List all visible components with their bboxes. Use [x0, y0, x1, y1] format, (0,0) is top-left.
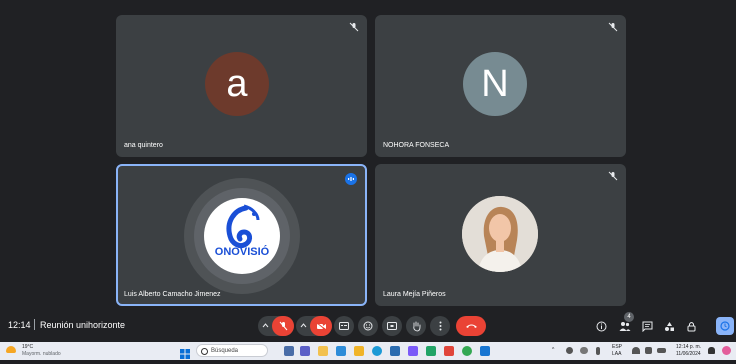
windows-start-button[interactable]	[180, 346, 190, 359]
search-icon	[201, 348, 208, 355]
taskbar-app-edge-icon[interactable]	[372, 346, 382, 356]
windows-logo-icon	[180, 349, 190, 359]
clock-time[interactable]: 12:14 p. m.	[676, 344, 701, 350]
taskbar-app-explorer-icon[interactable]	[354, 346, 364, 356]
keyboard-language[interactable]: ESP	[612, 344, 622, 350]
volume-icon[interactable]	[645, 347, 652, 354]
chat-button[interactable]	[639, 318, 655, 334]
taskbar-search-input[interactable]: Búsqueda	[196, 344, 268, 357]
more-icon	[439, 321, 441, 331]
meeting-title: Reunión unihorizonte	[40, 320, 126, 330]
meeting-time: 12:14	[8, 320, 31, 330]
mic-muted-icon	[608, 22, 618, 32]
end-call-button[interactable]	[456, 316, 486, 336]
end-call-icon	[465, 324, 477, 328]
avatar-initial: N	[481, 62, 509, 105]
activities-button[interactable]	[661, 318, 677, 334]
captions-icon	[339, 322, 349, 330]
mic-off-button[interactable]	[272, 316, 294, 336]
info-icon	[596, 321, 606, 331]
logo-swirl-icon	[226, 204, 260, 249]
chat-icon	[642, 321, 652, 332]
mic-muted-icon	[349, 22, 359, 32]
activities-icon	[664, 321, 674, 331]
camera-off-icon	[316, 322, 326, 330]
taskbar-app-powerpoint-icon[interactable]	[444, 346, 454, 356]
speaking-indicator-icon	[345, 173, 357, 185]
audio-options-button[interactable]	[258, 316, 294, 336]
participant-tile-active[interactable]: ONOVISIÓ Luis Alberto Camacho Jimenez	[116, 164, 367, 306]
clock-date: 11/06/2024	[676, 351, 701, 357]
video-options-button[interactable]	[296, 316, 332, 336]
os-taskbar: 19°C Mayorm. nublado Búsqueda ^ ESP LAA …	[0, 342, 736, 360]
wifi-icon[interactable]	[632, 347, 640, 354]
meeting-control-bar: 12:14 Reunión unihorizonte 4	[0, 310, 736, 342]
mic-muted-icon	[608, 171, 618, 181]
copilot-icon[interactable]	[722, 346, 731, 355]
logo-text: ONOVISIÓ	[214, 246, 270, 258]
participant-tile[interactable]: Laura Mejía Piñeros	[375, 164, 626, 306]
participant-name: Luis Alberto Camacho Jimenez	[124, 291, 221, 298]
taskbar-app-widgets-icon[interactable]	[284, 346, 294, 356]
people-icon	[619, 321, 631, 331]
divider	[34, 319, 35, 330]
avatar-photo	[462, 196, 538, 272]
participant-logo: ONOVISIÓ	[204, 198, 280, 274]
people-button[interactable]	[617, 318, 633, 334]
participant-name: NOHORA FONSECA	[383, 142, 450, 149]
tray-usb-icon[interactable]	[596, 347, 600, 355]
mic-off-icon	[279, 321, 287, 331]
clock-icon	[720, 321, 730, 331]
keyboard-layout: LAA	[612, 351, 622, 357]
captions-button[interactable]	[334, 316, 354, 336]
taskbar-app-store-icon[interactable]	[390, 346, 400, 356]
taskbar-app-word-icon[interactable]	[408, 346, 418, 356]
participant-name: Laura Mejía Piñeros	[383, 291, 446, 298]
weather-temp: 19°C	[22, 344, 34, 350]
battery-icon[interactable]	[657, 348, 666, 353]
participant-name: ana quintero	[124, 142, 163, 149]
chevron-up-icon	[262, 322, 269, 329]
taskbar-app-chrome-icon[interactable]	[462, 346, 472, 356]
weather-icon[interactable]	[6, 346, 16, 353]
present-icon	[387, 321, 397, 330]
companion-button[interactable]	[716, 317, 734, 335]
taskbar-app-photos-icon[interactable]	[336, 346, 346, 356]
emoji-icon	[363, 321, 373, 331]
taskbar-app-teams-icon[interactable]	[300, 346, 310, 356]
tray-chevron-icon[interactable]: ^	[552, 347, 554, 353]
meeting-details-button[interactable]	[593, 318, 609, 334]
raise-hand-button[interactable]	[406, 316, 426, 336]
tray-cloud-icon[interactable]	[580, 347, 588, 354]
meeting-grid: a ana quintero N NOHORA FONSECA ONOVISIÓ…	[0, 0, 736, 310]
host-controls-icon	[687, 321, 695, 331]
raise-hand-icon	[412, 321, 420, 331]
taskbar-app-excel-icon[interactable]	[426, 346, 436, 356]
avatar-initial: a	[226, 62, 248, 105]
participant-tile[interactable]: a ana quintero	[116, 15, 367, 157]
more-options-button[interactable]	[430, 316, 450, 336]
avatar: N	[463, 52, 527, 116]
camera-off-button[interactable]	[310, 316, 332, 336]
avatar: a	[205, 52, 269, 116]
chevron-up-icon	[300, 322, 307, 329]
taskbar-app-folder-icon[interactable]	[318, 346, 328, 356]
search-placeholder: Búsqueda	[211, 348, 239, 354]
emoji-button[interactable]	[358, 316, 378, 336]
present-button[interactable]	[382, 316, 402, 336]
weather-desc: Mayorm. nublado	[22, 351, 61, 357]
host-controls-button[interactable]	[683, 318, 699, 334]
tray-app-icon[interactable]	[566, 347, 573, 354]
participant-tile[interactable]: N NOHORA FONSECA	[375, 15, 626, 157]
notification-bell-icon[interactable]	[708, 347, 715, 354]
taskbar-app-outlook-icon[interactable]	[480, 346, 490, 356]
